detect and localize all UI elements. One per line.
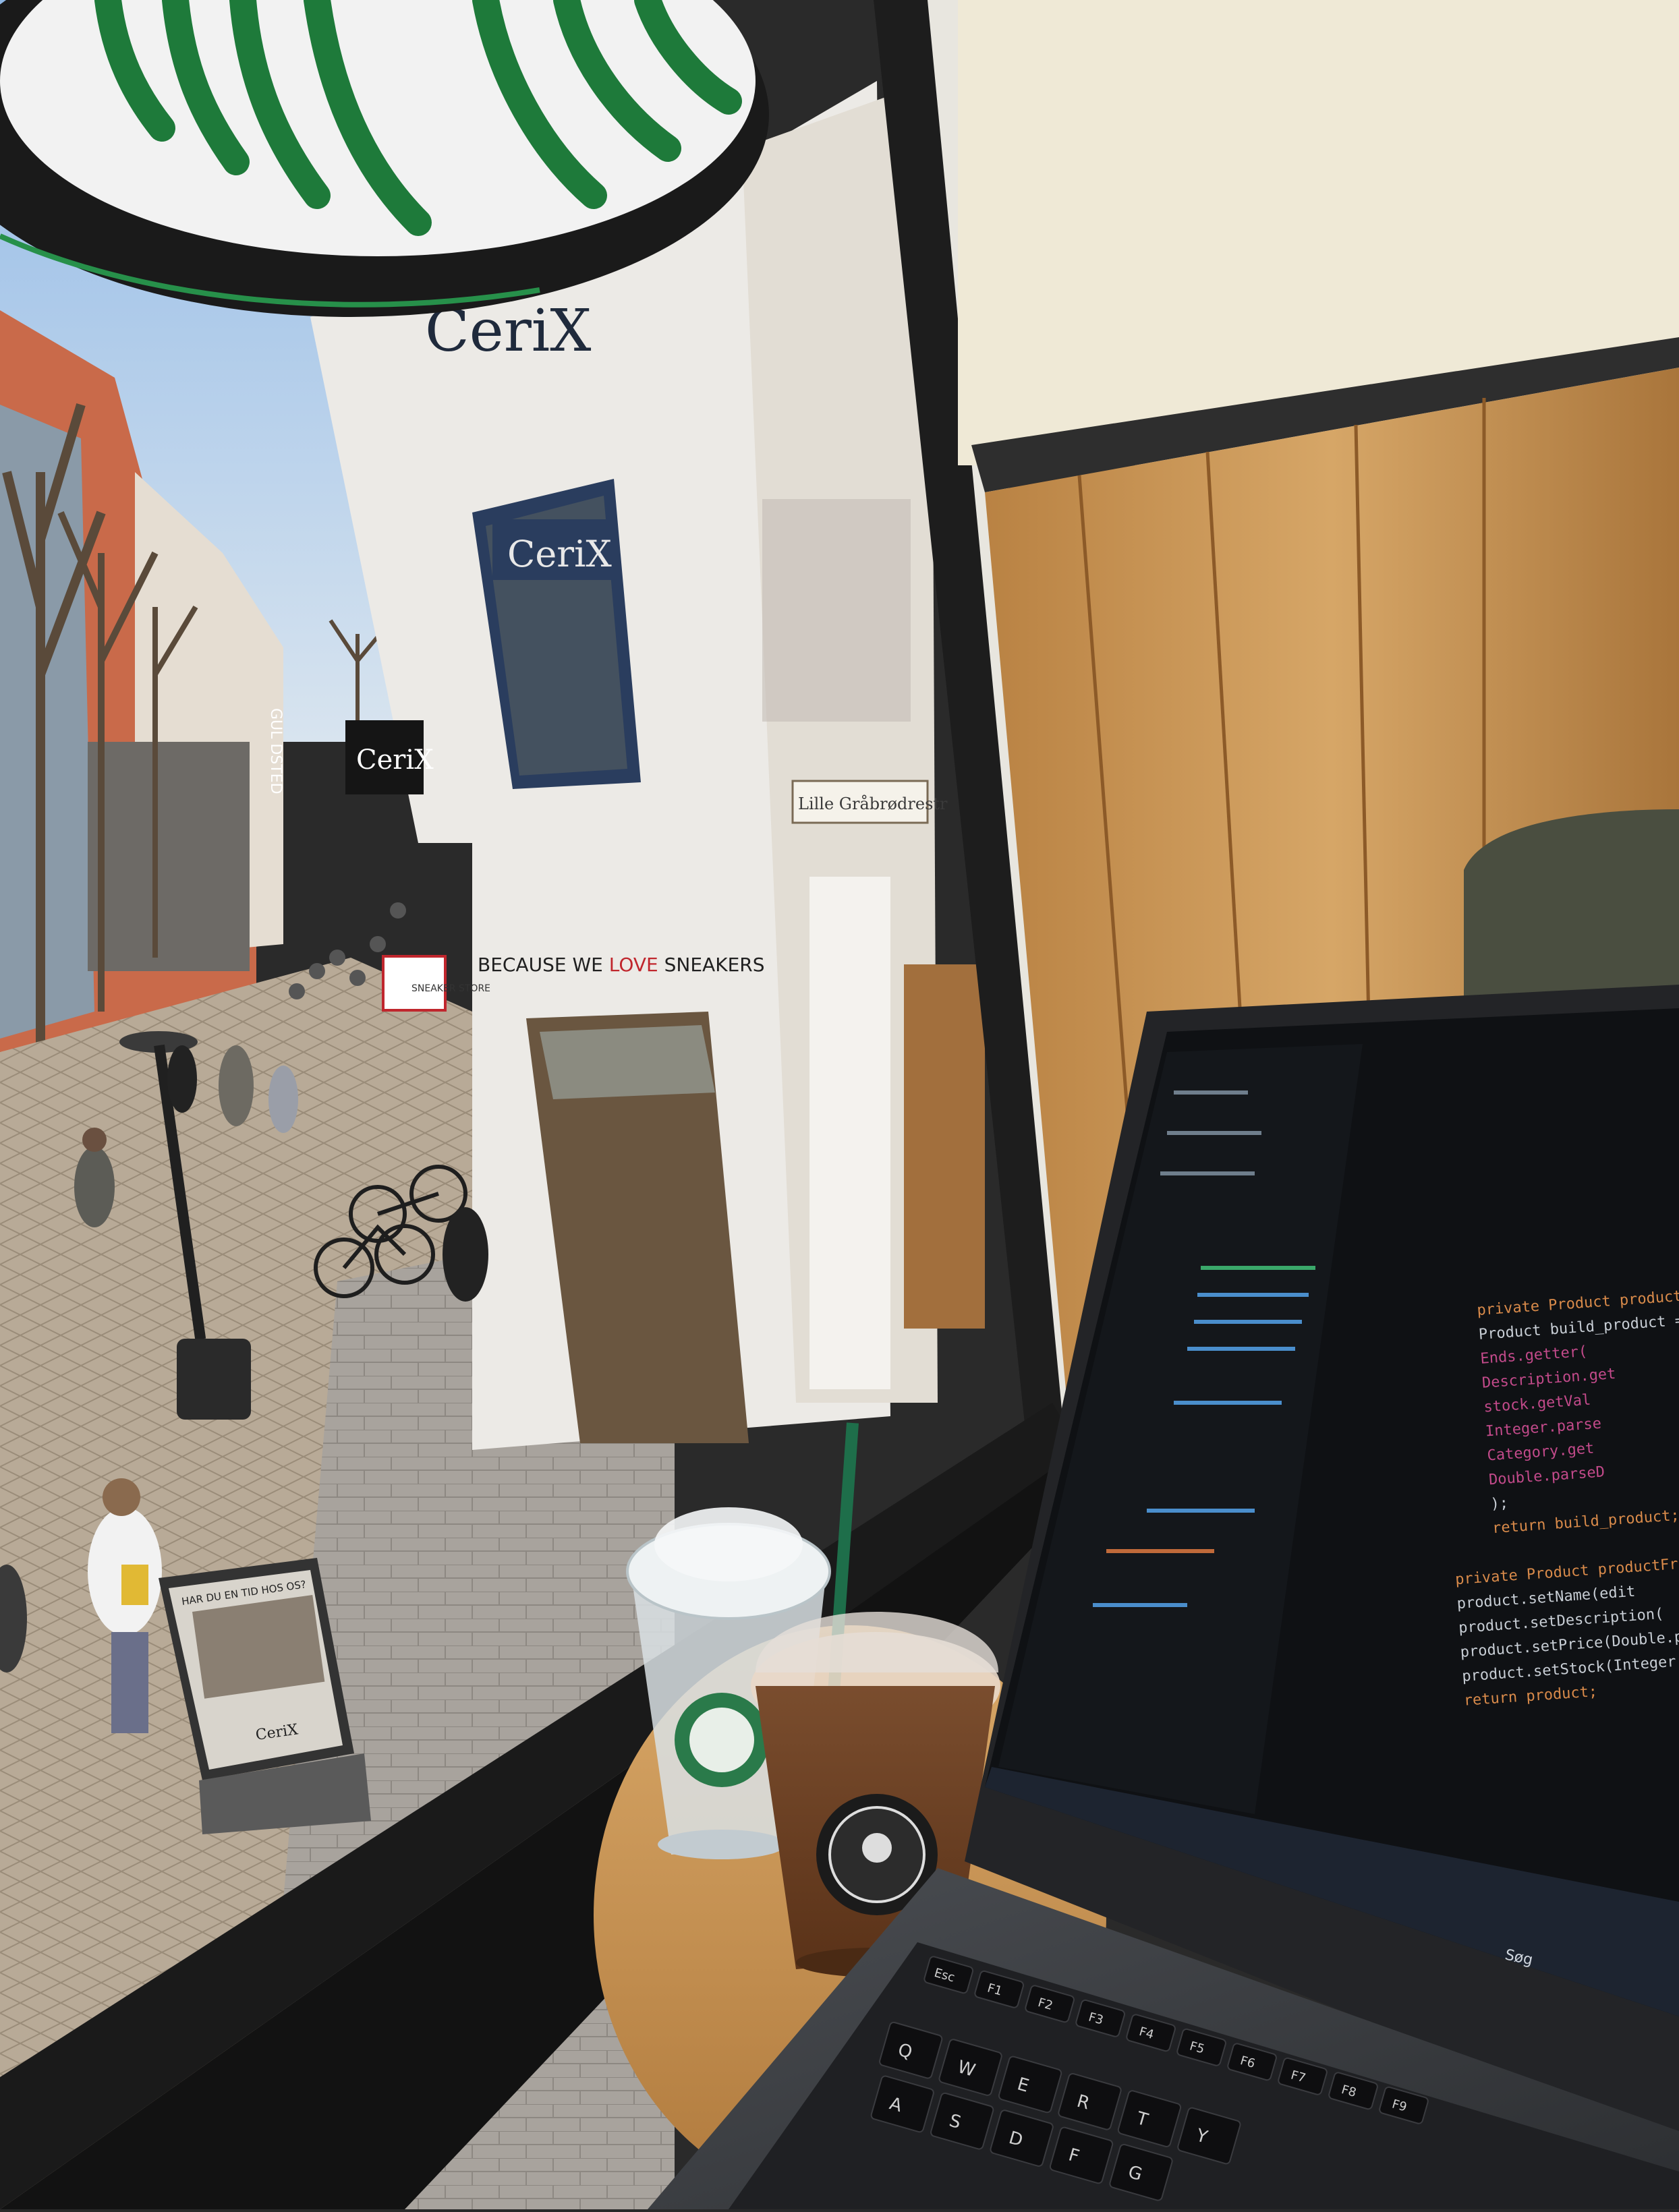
cerix-sign-far: CeriX <box>356 745 434 776</box>
shop-small-sign: SNEAKER STORE <box>411 983 490 994</box>
svg-text:BECAUSE WE LOVE SNEAKERS: BECAUSE WE LOVE SNEAKERS <box>478 954 765 976</box>
sneakers-slogan: BECAUSE WE LOVE SNEAKERS <box>478 954 765 976</box>
photo-canvas: CeriX CeriX CeriX Lille Gråbrødrestr BEC… <box>0 0 1679 2209</box>
vertical-shop-sign: GUL DSTED <box>267 708 284 794</box>
cafe-window-scene: CeriX CeriX CeriX Lille Gråbrødrestr BEC… <box>0 0 1679 2209</box>
cerix-sign-window: CeriX <box>507 533 612 575</box>
street-name-sign: Lille Gråbrødrestr <box>798 794 948 813</box>
code-line: ); <box>1490 1494 1509 1513</box>
